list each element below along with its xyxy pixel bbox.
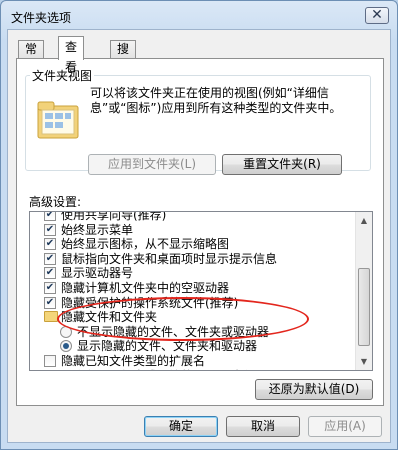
scroll-down-icon[interactable]: ▼ <box>356 353 372 370</box>
tab-general[interactable]: 常规 <box>18 40 45 73</box>
scroll-up-icon[interactable]: ▲ <box>356 212 372 229</box>
checked-checkbox-icon[interactable]: ✔ <box>44 223 56 236</box>
advanced-settings-list[interactable]: ✔ 使用共享向导(推荐) ✔ 始终显示菜单 ✔ 始终显示图标，从不显示缩略图 ✔ 鼠标指向文件… <box>29 211 373 371</box>
restore-defaults-button[interactable]: 还原为默认值(D) <box>255 379 373 400</box>
reset-folders-button[interactable]: 重置文件夹(R) <box>222 154 342 175</box>
ok-button[interactable]: 确定 <box>144 416 218 437</box>
setting-label: 始终显示菜单 <box>61 222 134 237</box>
checked-checkbox-icon[interactable]: ✔ <box>44 238 56 251</box>
radio-dot-icon <box>63 343 69 350</box>
apply-to-folders-button[interactable]: 应用到文件夹(L) <box>88 154 216 175</box>
setting-label: 隐藏计算机文件夹中的空驱动器 <box>61 280 230 295</box>
setting-label: 隐藏文件和文件夹 <box>61 310 158 325</box>
view-tab-panel: 文件夹视图 可以将该文件夹正在使用的视图(例如“详细信息”或“图标”)应用到所有… <box>16 58 384 406</box>
setting-row-show-hidden[interactable]: 显示隐藏的文件、文件夹和驱动器 <box>30 339 356 354</box>
folder-views-legend: 文件夹视图 <box>32 69 93 83</box>
dialog-client-area: 常规 查看 搜索 文件夹视图 可以将该文件夹正在使用的视图(例如“详细信息”或“… <box>7 29 391 443</box>
scroll-thumb[interactable] <box>358 268 370 346</box>
setting-label: 用彩色显示加密或压缩的 NTFS 文件 <box>61 369 255 370</box>
setting-row-hide-extensions[interactable]: 隐藏已知文件类型的扩展名 <box>30 354 356 369</box>
apply-button[interactable]: 应用(A) <box>308 416 382 437</box>
checked-checkbox-icon[interactable]: ✔ <box>44 281 56 294</box>
setting-label: 隐藏受保护的操作系统文件(推荐) <box>61 295 239 310</box>
tab-view[interactable]: 查看 <box>58 36 85 74</box>
setting-row-color-ntfs[interactable]: ✔ 用彩色显示加密或压缩的 NTFS 文件 <box>30 369 356 370</box>
vertical-scrollbar[interactable]: ▲ ▼ <box>355 212 372 370</box>
checked-checkbox-icon[interactable]: ✔ <box>44 252 56 265</box>
setting-row-hidden-files-folder[interactable]: 隐藏文件和文件夹 <box>30 310 356 325</box>
setting-label: 显示隐藏的文件、文件夹和驱动器 <box>77 339 258 354</box>
checked-checkbox-icon[interactable]: ✔ <box>44 369 56 370</box>
setting-row-hide-empty-drives[interactable]: ✔ 隐藏计算机文件夹中的空驱动器 <box>30 281 356 296</box>
setting-row-show-drive-letters[interactable]: ✔ 显示驱动器号 <box>30 266 356 281</box>
setting-row-hide-protected-os-files[interactable]: ✔ 隐藏受保护的操作系统文件(推荐) <box>30 296 356 311</box>
setting-row-always-show-menus[interactable]: ✔ 始终显示菜单 <box>30 223 356 238</box>
close-button[interactable]: ✕ <box>365 7 389 24</box>
window-title: 文件夹选项 <box>11 11 72 25</box>
advanced-settings-label: 高级设置: <box>29 195 82 209</box>
setting-row-show-tooltips[interactable]: ✔ 鼠标指向文件夹和桌面项时显示提示信息 <box>30 252 356 267</box>
checked-checkbox-icon[interactable]: ✔ <box>44 267 56 280</box>
tab-search[interactable]: 搜索 <box>110 40 137 73</box>
setting-row-dont-show-hidden[interactable]: 不显示隐藏的文件、文件夹或驱动器 <box>30 325 356 340</box>
cancel-button[interactable]: 取消 <box>226 416 300 437</box>
title-bar[interactable]: 文件夹选项 ✕ <box>1 1 397 27</box>
radio-icon[interactable] <box>60 325 72 338</box>
checked-checkbox-icon[interactable]: ✔ <box>44 296 56 309</box>
folder-options-window: 文件夹选项 ✕ 常规 查看 搜索 文件夹视图 可以将 <box>0 0 398 450</box>
checkbox-icon[interactable] <box>44 354 56 367</box>
setting-row-share-wizard[interactable]: ✔ 使用共享向导(推荐) <box>30 211 356 223</box>
setting-label: 不显示隐藏的文件、文件夹或驱动器 <box>77 324 270 339</box>
checked-checkbox-icon[interactable]: ✔ <box>44 212 56 221</box>
setting-label: 显示驱动器号 <box>61 266 134 281</box>
folder-views-description: 可以将该文件夹正在使用的视图(例如“详细信息”或“图标”)应用到所有这种类型的文… <box>90 86 342 115</box>
folder-view-icon <box>37 101 79 139</box>
advanced-settings-items: ✔ 使用共享向导(推荐) ✔ 始终显示菜单 ✔ 始终显示图标，从不显示缩略图 ✔ 鼠标指向文件… <box>30 211 356 370</box>
folder-icon <box>44 311 58 323</box>
selected-radio-icon[interactable] <box>60 340 72 353</box>
setting-label: 使用共享向导(推荐) <box>61 211 167 222</box>
folder-views-group: 文件夹视图 可以将该文件夹正在使用的视图(例如“详细信息”或“图标”)应用到所有… <box>25 67 371 175</box>
setting-label: 始终显示图标，从不显示缩略图 <box>61 237 230 252</box>
setting-label: 隐藏已知文件类型的扩展名 <box>61 353 206 368</box>
setting-row-always-show-icons[interactable]: ✔ 始终显示图标，从不显示缩略图 <box>30 237 356 252</box>
setting-label: 鼠标指向文件夹和桌面项时显示提示信息 <box>61 251 278 266</box>
